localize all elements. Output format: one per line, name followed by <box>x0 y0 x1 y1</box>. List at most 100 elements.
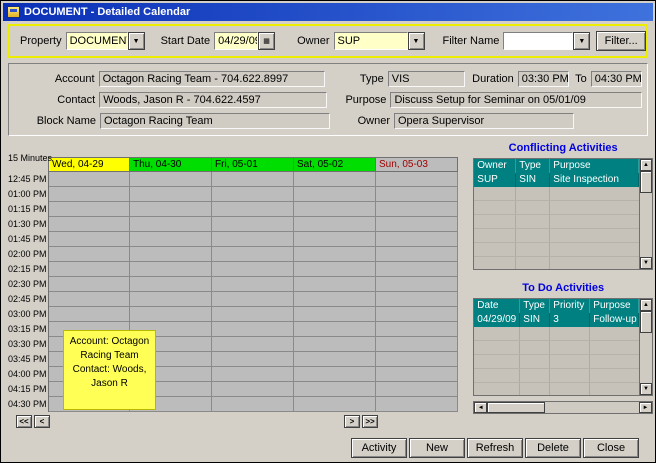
time-label: 03:45 PM <box>8 352 48 367</box>
scroll-track[interactable] <box>640 333 652 383</box>
conflicting-activity-row[interactable]: SUP SIN Site Inspection <box>474 173 639 187</box>
property-field[interactable]: DOCUMENT <box>66 32 128 50</box>
calendar-icon: ▦ <box>263 38 270 45</box>
day-header-sat[interactable]: Sat, 05-02 <box>294 157 376 172</box>
conflicting-activities-title: Conflicting Activities <box>473 142 653 156</box>
details-panel: Account Octagon Racing Team - 704.622.89… <box>8 63 648 136</box>
filter-name-dropdown-button[interactable]: ▼ <box>573 32 590 50</box>
calendar-area: 15 Minutes Wed, 04-29 Thu, 04-30 Fri, 05… <box>8 142 459 429</box>
scroll-thumb[interactable] <box>640 311 652 333</box>
main-area: 15 Minutes Wed, 04-29 Thu, 04-30 Fri, 05… <box>8 142 653 429</box>
date-picker-button[interactable]: ▦ <box>258 32 275 50</box>
cell-date: 04/29/09 <box>474 313 520 327</box>
purpose-label: Purpose <box>331 94 386 106</box>
empty-row <box>474 257 639 269</box>
time-label: 01:30 PM <box>8 217 48 232</box>
calendar-grid: 15 Minutes Wed, 04-29 Thu, 04-30 Fri, 05… <box>8 157 459 412</box>
column-header-purpose[interactable]: Purpose <box>590 299 639 313</box>
property-label: Property <box>20 35 62 47</box>
todo-activity-row[interactable]: 04/29/09 SIN 3 Follow-up <box>474 313 639 327</box>
duration-to-label: To <box>573 73 587 85</box>
column-header-date[interactable]: Date <box>474 299 520 313</box>
window-title: DOCUMENT - Detailed Calendar <box>24 6 190 18</box>
todo-horizontal-scrollbar[interactable]: ◄ ► <box>473 401 653 414</box>
empty-row <box>474 369 639 383</box>
empty-row <box>474 215 639 229</box>
scroll-last-button[interactable]: >> <box>362 415 378 428</box>
time-label: 04:15 PM <box>8 382 48 397</box>
cell-type: SIN <box>520 313 550 327</box>
filter-name-field[interactable] <box>503 32 573 50</box>
scroll-track[interactable] <box>545 402 639 413</box>
day-column-sat[interactable] <box>294 172 376 412</box>
scroll-prev-button[interactable]: < <box>34 415 50 428</box>
day-header-fri[interactable]: Fri, 05-01 <box>212 157 294 172</box>
empty-row <box>474 187 639 201</box>
todo-scrollbar[interactable]: ▲ ▼ <box>639 299 652 395</box>
filter-bar: Property DOCUMENT ▼ Start Date 04/29/09 … <box>8 24 648 58</box>
type-label: Type <box>329 73 384 85</box>
scroll-track[interactable] <box>640 193 652 257</box>
refresh-button[interactable]: Refresh <box>467 438 523 458</box>
duration-start-field: 03:30 PM <box>518 71 569 87</box>
scroll-up-icon[interactable]: ▲ <box>640 159 652 171</box>
column-header-type[interactable]: Type <box>520 299 550 313</box>
time-label: 01:15 PM <box>8 202 48 217</box>
owner-field: Opera Supervisor <box>394 113 574 129</box>
conflicting-header-row: Owner Type Purpose <box>474 159 639 173</box>
titlebar: DOCUMENT - Detailed Calendar <box>3 3 653 21</box>
scroll-up-icon[interactable]: ▲ <box>640 299 652 311</box>
property-dropdown-button[interactable]: ▼ <box>128 32 145 50</box>
todo-activities-title: To Do Activities <box>473 282 653 296</box>
scroll-down-icon[interactable]: ▼ <box>640 257 652 269</box>
conflicting-activities-table: Owner Type Purpose SUP SIN Site Inspecti… <box>473 158 653 270</box>
column-header-priority[interactable]: Priority <box>550 299 590 313</box>
day-column-fri[interactable] <box>212 172 294 412</box>
empty-row <box>474 229 639 243</box>
chevron-down-icon: ▼ <box>133 38 140 45</box>
scroll-first-button[interactable]: << <box>16 415 32 428</box>
empty-row <box>474 355 639 369</box>
app-icon <box>7 6 20 18</box>
scroll-thumb[interactable] <box>640 171 652 193</box>
column-header-type[interactable]: Type <box>516 159 550 173</box>
day-header-thu[interactable]: Thu, 04-30 <box>130 157 212 172</box>
todo-activities-table: Date Type Priority Purpose 04/29/09 SIN … <box>473 298 653 396</box>
day-header-wed[interactable]: Wed, 04-29 <box>48 157 130 172</box>
contact-label: Contact <box>14 94 95 106</box>
day-header-sun[interactable]: Sun, 05-03 <box>376 157 458 172</box>
interval-label: 15 Minutes <box>8 153 48 168</box>
duration-label: Duration <box>469 73 514 85</box>
scroll-next-button[interactable]: > <box>344 415 360 428</box>
time-label: 04:00 PM <box>8 367 48 382</box>
calendar-nav: << < > >> <box>8 415 459 429</box>
column-header-purpose[interactable]: Purpose <box>550 159 639 173</box>
scroll-left-icon[interactable]: ◄ <box>474 402 487 413</box>
delete-button[interactable]: Delete <box>525 438 581 458</box>
appointment-note[interactable]: Account: Octagon Racing Team Contact: Wo… <box>63 330 156 410</box>
empty-row <box>474 341 639 355</box>
scroll-down-icon[interactable]: ▼ <box>640 383 652 395</box>
start-date-field[interactable]: 04/29/09 <box>214 32 258 50</box>
activity-button[interactable]: Activity <box>351 438 407 458</box>
time-column: 12:45 PM 01:00 PM 01:15 PM 01:30 PM 01:4… <box>8 172 48 412</box>
contact-field: Woods, Jason R - 704.622.4597 <box>99 92 327 108</box>
scroll-right-icon[interactable]: ► <box>639 402 652 413</box>
owner-filter-field[interactable]: SUP <box>334 32 408 50</box>
owner-dropdown-button[interactable]: ▼ <box>408 32 425 50</box>
conflicting-scrollbar[interactable]: ▲ ▼ <box>639 159 652 269</box>
column-header-owner[interactable]: Owner <box>474 159 516 173</box>
close-button[interactable]: Close <box>583 438 639 458</box>
cell-owner: SUP <box>474 173 516 187</box>
scroll-thumb[interactable] <box>487 402 545 413</box>
empty-row <box>474 243 639 257</box>
filter-button[interactable]: Filter... <box>596 31 646 51</box>
cell-type: SIN <box>516 173 550 187</box>
day-column-sun[interactable] <box>376 172 458 412</box>
account-label: Account <box>14 73 95 85</box>
duration-end-field: 04:30 PM <box>591 71 642 87</box>
time-label: 01:00 PM <box>8 187 48 202</box>
chevron-down-icon: ▼ <box>413 38 420 45</box>
new-button[interactable]: New <box>409 438 465 458</box>
block-name-label: Block Name <box>14 115 96 127</box>
